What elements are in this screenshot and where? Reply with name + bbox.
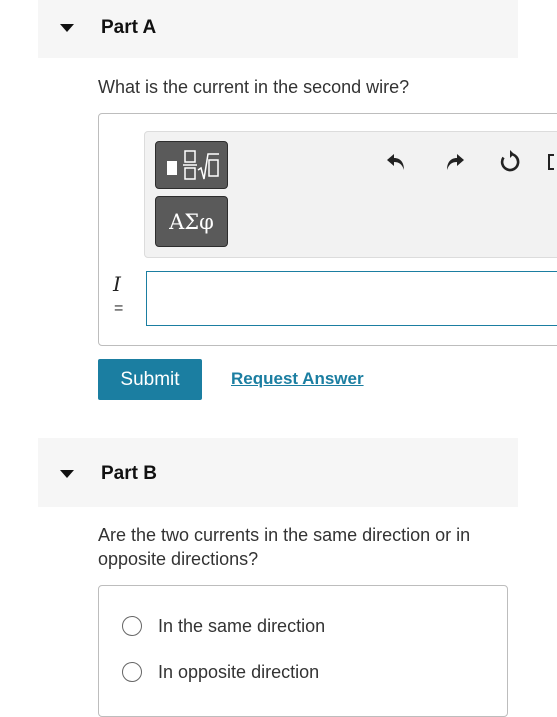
greek-label: ΑΣφ	[169, 209, 214, 234]
part-b-question: Are the two currents in the same directi…	[98, 525, 471, 569]
part-b-title: Part B	[101, 463, 157, 484]
redo-icon[interactable]	[442, 150, 466, 174]
option-label: In opposite direction	[158, 661, 320, 682]
collapse-triangle-icon[interactable]	[60, 470, 74, 478]
fraction-root-template-icon	[166, 150, 219, 180]
option-same-direction[interactable]: In the same direction	[122, 614, 325, 638]
radio-button[interactable]	[122, 616, 142, 636]
request-answer-link[interactable]: Request Answer	[231, 369, 364, 389]
choices-box	[98, 585, 508, 717]
greek-symbols-button[interactable]: ΑΣφ	[155, 196, 228, 247]
reset-icon[interactable]	[498, 150, 522, 174]
undo-icon[interactable]	[385, 150, 409, 174]
variable-label: I	[113, 272, 121, 296]
radio-button[interactable]	[122, 662, 142, 682]
template-button[interactable]	[155, 141, 228, 189]
answer-input[interactable]	[146, 271, 557, 326]
collapse-triangle-icon[interactable]	[60, 24, 74, 32]
part-a-question: What is the current in the second wire?	[98, 77, 410, 97]
part-a-header[interactable]: Part A	[38, 0, 518, 58]
part-a-title: Part A	[101, 17, 157, 38]
submit-button[interactable]: Submit	[98, 359, 202, 400]
part-b-header[interactable]: Part B	[38, 438, 518, 507]
option-label: In the same direction	[158, 615, 326, 636]
keyboard-icon[interactable]	[546, 150, 557, 174]
equals-sign: =	[114, 300, 124, 317]
option-opposite-direction[interactable]: In opposite direction	[122, 660, 319, 684]
